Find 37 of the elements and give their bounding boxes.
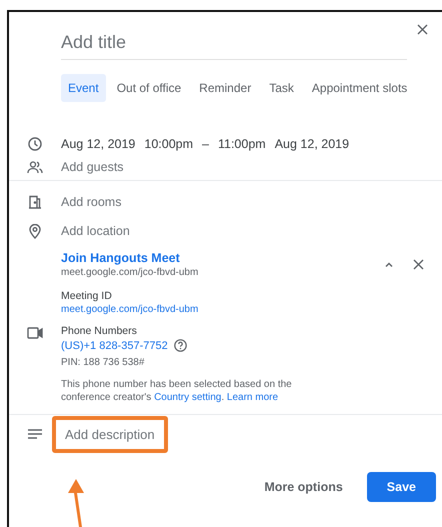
note-link[interactable]: Learn more xyxy=(226,392,278,403)
event-type-tab[interactable]: Reminder xyxy=(192,74,258,102)
start-time[interactable]: 10:00pm xyxy=(144,137,194,151)
clock-icon xyxy=(28,137,42,151)
save-button[interactable]: Save xyxy=(366,472,436,502)
end-time[interactable]: 11:00pm xyxy=(218,137,266,151)
description-icon xyxy=(28,429,42,439)
help-icon[interactable] xyxy=(174,339,187,352)
note-link[interactable]: Country setting xyxy=(154,392,222,403)
event-type-tab[interactable]: Event xyxy=(61,74,106,102)
event-type-tab[interactable]: Task xyxy=(262,74,301,102)
description-field[interactable]: Add description xyxy=(52,416,168,452)
add-location-field[interactable]: Add location xyxy=(61,224,130,238)
phone-numbers-label: Phone Numbers xyxy=(61,325,138,337)
chevron-up-icon xyxy=(385,262,393,267)
time-separator: – xyxy=(202,137,209,151)
join-meeting-link[interactable]: Join Hangouts Meet xyxy=(61,251,369,265)
end-date[interactable]: Aug 12, 2019 xyxy=(274,137,350,151)
add-guests-field[interactable]: Add guests xyxy=(61,160,124,174)
event-type-tab[interactable]: Appointment slots xyxy=(304,74,414,102)
start-date[interactable]: Aug 12, 2019 xyxy=(61,137,136,151)
phone-note: This phone number has been selected based on the conference creator's Country setting. Learn more xyxy=(61,378,293,404)
phone-number-link[interactable]: (US)+1 828-357-7752 xyxy=(61,340,168,352)
people-icon xyxy=(27,160,43,174)
more-options-button[interactable]: More options xyxy=(252,472,355,502)
meeting-id-label: Meeting ID xyxy=(61,290,113,302)
add-rooms-field[interactable]: Add rooms xyxy=(61,195,122,209)
meeting-url: meet.google.com/jco-fbvd-ubm xyxy=(61,267,200,278)
pin-text: PIN: 188 736 538# xyxy=(61,357,146,368)
close-icon xyxy=(417,24,428,35)
door-icon xyxy=(28,195,42,209)
meeting-id-link[interactable]: meet.google.com/jco-fbvd-ubm xyxy=(61,304,428,315)
title-field[interactable]: Add title xyxy=(61,20,407,60)
close-icon xyxy=(413,259,424,270)
event-type-tab[interactable]: Out of office xyxy=(110,74,188,102)
video-camera-icon xyxy=(27,327,43,339)
location-pin-icon xyxy=(29,224,41,238)
